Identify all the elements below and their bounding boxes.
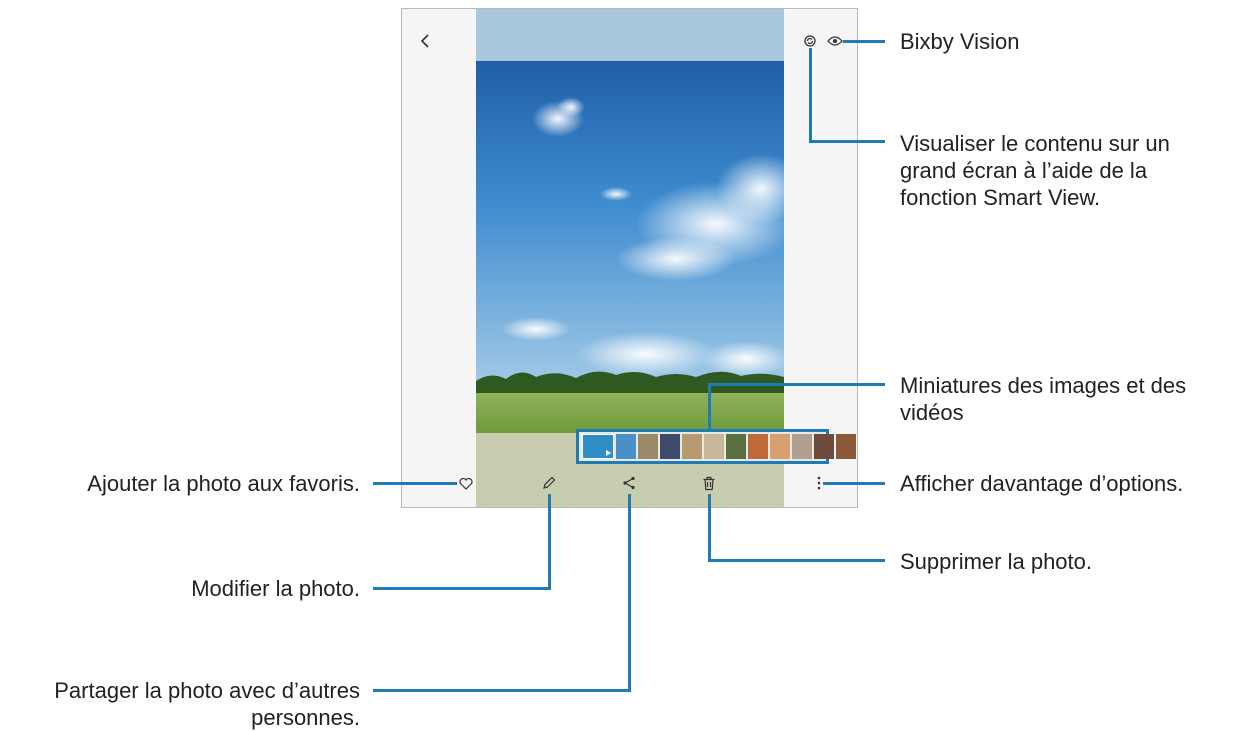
annotation-more-options: Afficher davantage d’options. [900, 471, 1184, 496]
callout-line-delete-h [708, 559, 885, 562]
callout-line-smart-view-v [809, 48, 812, 143]
thumbnail-strip[interactable] [576, 429, 856, 464]
callout-line-edit-v [548, 494, 551, 590]
thumbnail-item[interactable] [726, 434, 746, 459]
annotation-smart-view: Visualiser le contenu sur un grand écran… [900, 131, 1170, 210]
thumbnail-item[interactable] [638, 434, 658, 459]
thumbnail-item[interactable] [582, 434, 614, 459]
callout-line-thumbs-v [708, 385, 711, 430]
callout-line-favorite [373, 482, 457, 485]
callout-line-share-v [628, 494, 631, 692]
thumbnail-item[interactable] [814, 434, 834, 459]
thumbnail-item[interactable] [836, 434, 856, 459]
annotation-share: Partager la photo avec d’autres personne… [54, 678, 360, 730]
annotation-delete: Supprimer la photo. [900, 549, 1092, 574]
annotation-edit: Modifier la photo. [191, 576, 360, 601]
callout-line-thumbs-h [708, 383, 885, 386]
callout-line-bixby [843, 40, 885, 43]
callout-line-more [823, 482, 885, 485]
smart-view-icon[interactable] [802, 33, 818, 49]
thumbnail-item[interactable] [748, 434, 768, 459]
eye-icon[interactable] [826, 33, 844, 49]
thumbnail-item[interactable] [660, 434, 680, 459]
play-icon [606, 450, 611, 456]
trash-icon[interactable] [700, 474, 718, 492]
callout-line-smart-view-h [809, 140, 885, 143]
callout-line-share-h [373, 689, 631, 692]
annotation-favorite: Ajouter la photo aux favoris. [87, 471, 360, 496]
thumbnail-item[interactable] [616, 434, 636, 459]
thumbnail-item[interactable] [682, 434, 702, 459]
pencil-icon[interactable] [540, 474, 558, 492]
thumbnail-item[interactable] [704, 434, 724, 459]
annotation-thumbnails: Miniatures des images et des vidéos [900, 373, 1187, 425]
chevron-left-icon[interactable] [416, 32, 434, 50]
thumbnail-item[interactable] [792, 434, 812, 459]
share-icon[interactable] [620, 474, 638, 492]
annotation-bixby-vision: Bixby Vision [900, 29, 1020, 54]
thumbnail-item[interactable] [770, 434, 790, 459]
heart-icon[interactable] [458, 476, 474, 492]
callout-line-delete-v [708, 494, 711, 562]
callout-line-edit-h [373, 587, 551, 590]
